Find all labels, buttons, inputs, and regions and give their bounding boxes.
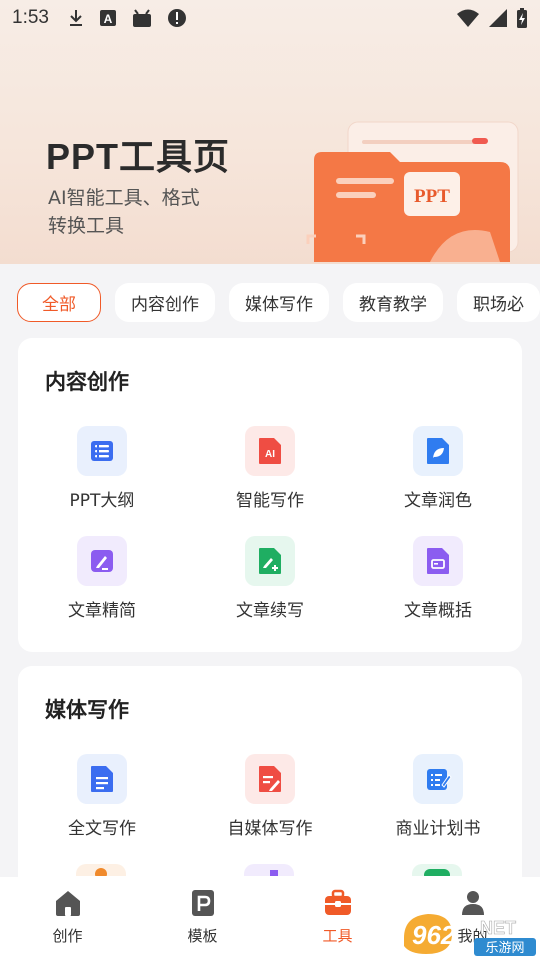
tool-label: 智能写作: [236, 491, 304, 511]
wifi-icon: [457, 9, 479, 27]
edit-doc-icon: [77, 536, 127, 586]
watermark-brand: 962: [412, 920, 456, 950]
alert-icon: [167, 9, 186, 27]
tool-label: 商业计划书: [395, 819, 481, 839]
tool-icon-partial[interactable]: [76, 864, 126, 876]
nav-label: 工具: [322, 927, 353, 945]
android-icon: [132, 9, 151, 27]
tool-article-summary[interactable]: 文章概括: [354, 536, 522, 621]
tool-article-continue[interactable]: 文章续写: [186, 536, 354, 621]
tool-icon-partial[interactable]: [412, 864, 462, 876]
tab-education[interactable]: 教育教学: [343, 283, 443, 322]
hero-subtitle-line1: AI智能工具、格式: [48, 187, 200, 209]
svg-text:AI: AI: [265, 449, 275, 460]
ppt-folder-illustration: PPT: [306, 121, 519, 262]
ppt-art-text: PPT: [414, 186, 450, 207]
category-tabs: 全部 内容创作 媒体写作 教育教学 职场必: [0, 283, 540, 323]
full-doc-icon: [77, 754, 127, 804]
toolbox-icon: [324, 889, 351, 915]
section-title: 内容创作: [45, 370, 129, 394]
watermark-logo: 962 NET 乐游网: [400, 908, 540, 960]
signal-icon: [489, 9, 507, 27]
pen-plus-doc-icon: [245, 536, 295, 586]
watermark-sub: 乐游网: [485, 941, 524, 956]
home-icon: [55, 891, 80, 916]
download-icon: [69, 10, 82, 26]
status-time: 1:53: [12, 7, 49, 28]
battery-charging-icon: [517, 8, 527, 28]
tool-label: 全文写作: [68, 819, 136, 839]
leaf-doc-icon: [413, 426, 463, 476]
tool-label: 自媒体写作: [227, 819, 313, 839]
font-app-icon: A: [99, 10, 116, 26]
tool-ppt-outline[interactable]: PPT大纲: [18, 426, 186, 511]
nav-templates[interactable]: 模板: [135, 877, 270, 960]
tool-full-writing[interactable]: 全文写作: [18, 754, 186, 839]
tab-media-writing[interactable]: 媒体写作: [229, 283, 329, 322]
section-title: 媒体写作: [45, 698, 129, 722]
nav-label: 模板: [187, 927, 218, 945]
tool-article-polish[interactable]: 文章润色: [354, 426, 522, 511]
status-bar: 1:53 A: [0, 0, 540, 36]
ai-doc-icon: AI: [245, 426, 295, 476]
tool-label: 文章精简: [68, 601, 136, 621]
template-icon: [191, 890, 214, 916]
tool-business-plan[interactable]: 商业计划书: [354, 754, 522, 839]
section-content-creation: 内容创作 PPT大纲 AI 智能写作 文章润色 文章精简 文章续写 文章概括: [18, 338, 522, 652]
summary-doc-icon: [413, 536, 463, 586]
hero-title: PPT工具页: [46, 136, 231, 177]
tab-workplace[interactable]: 职场必: [457, 283, 540, 322]
nav-create[interactable]: 创作: [0, 877, 135, 960]
nav-tools[interactable]: 工具: [270, 877, 405, 960]
hero-banner: PPT工具页 AI智能工具、格式 转换工具 PPT: [0, 0, 540, 264]
tab-all[interactable]: 全部: [17, 283, 101, 322]
tool-icon-partial[interactable]: [244, 864, 294, 876]
media-doc-icon: [245, 754, 295, 804]
section-media-writing: 媒体写作 全文写作 自媒体写作 商业计划书: [18, 666, 522, 906]
tool-label: 文章润色: [404, 491, 472, 511]
outline-list-icon: [77, 426, 127, 476]
hero-subtitle-line2: 转换工具: [48, 215, 125, 237]
plan-doc-icon: [413, 754, 463, 804]
tab-content-creation[interactable]: 内容创作: [115, 283, 215, 322]
tool-label: 文章续写: [236, 601, 304, 621]
tool-media-writing[interactable]: 自媒体写作: [186, 754, 354, 839]
tool-label: PPT大纲: [69, 491, 135, 511]
svg-text:A: A: [104, 12, 113, 26]
watermark-suffix: NET: [480, 918, 516, 938]
tool-smart-writing[interactable]: AI 智能写作: [186, 426, 354, 511]
nav-label: 创作: [52, 927, 83, 945]
hero-subtitle: AI智能工具、格式 转换工具: [48, 184, 228, 240]
tool-article-condense[interactable]: 文章精简: [18, 536, 186, 621]
tool-label: 文章概括: [404, 601, 472, 621]
